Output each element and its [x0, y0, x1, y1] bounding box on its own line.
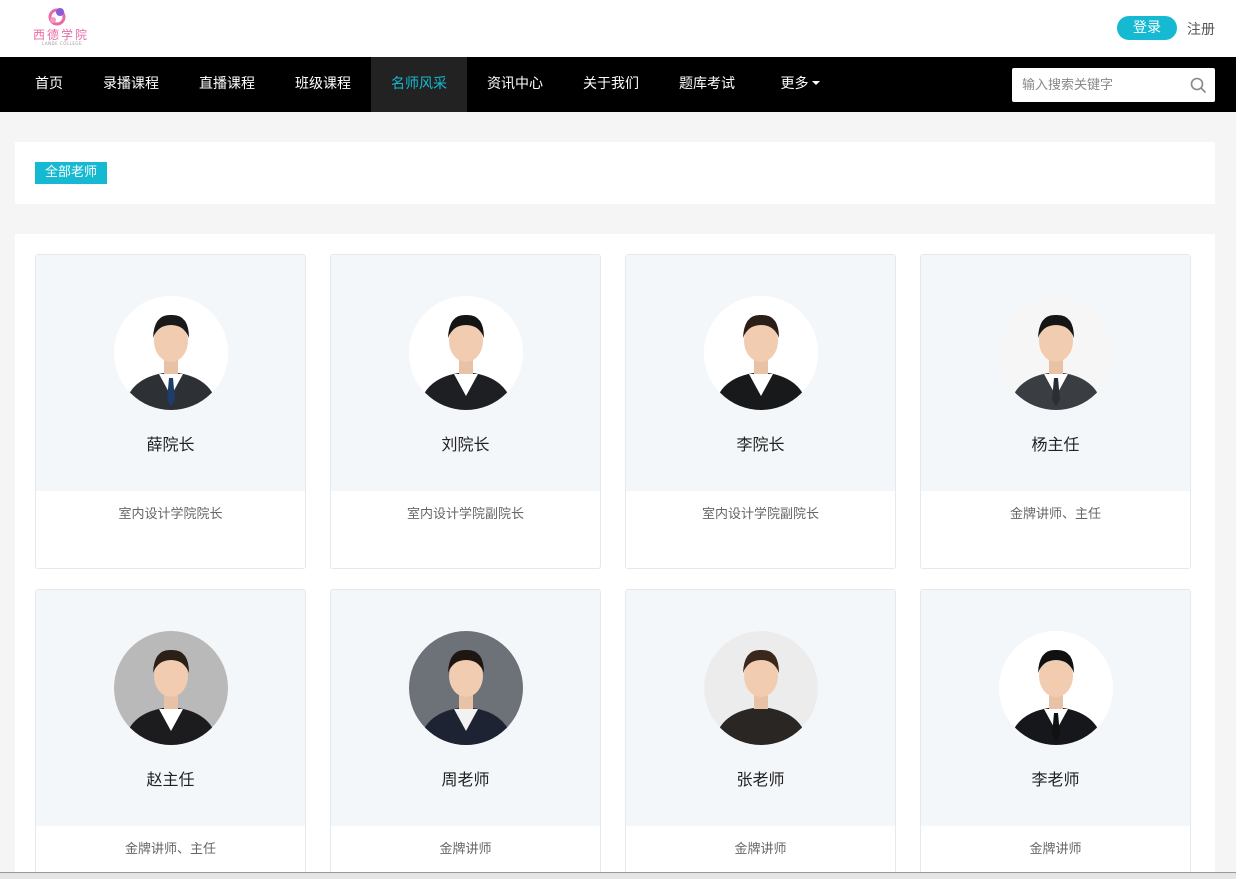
teacher-name: 杨主任: [1031, 435, 1080, 454]
teacher-card[interactable]: 李老师 金牌讲师: [920, 589, 1191, 879]
nav-item-label: 关于我们: [583, 76, 639, 92]
teacher-card[interactable]: 张老师 金牌讲师: [625, 589, 896, 879]
teacher-card[interactable]: 杨主任 金牌讲师、主任: [920, 254, 1191, 569]
teacher-grid: 薛院长 室内设计学院院长 刘院长 室内设计学院副院长 李院长 室内设计学院副院长…: [15, 234, 1215, 879]
teacher-name: 周老师: [441, 770, 490, 789]
teacher-title: 室内设计学院副院长: [701, 507, 819, 522]
teacher-avatar: [704, 631, 818, 745]
portrait-illustration: [409, 296, 523, 410]
nav-item-label: 资讯中心: [487, 76, 543, 92]
nav-item-more[interactable]: 更多: [768, 57, 832, 112]
teacher-avatar: [409, 631, 523, 745]
teacher-title: 金牌讲师、主任: [1009, 507, 1101, 522]
nav-item-about[interactable]: 关于我们: [571, 57, 651, 112]
portrait-illustration: [999, 296, 1113, 410]
teacher-name: 刘院长: [441, 435, 490, 454]
nav-item-label: 题库考试: [679, 76, 735, 92]
teacher-name: 李老师: [1031, 770, 1080, 789]
teacher-card-header: 张老师: [626, 590, 895, 826]
logo-subtext: LANDE COLLEGE: [42, 41, 82, 46]
teacher-card-header: 薛院长: [36, 255, 305, 491]
teacher-card-header: 赵主任: [36, 590, 305, 826]
teacher-name: 薛院长: [146, 435, 195, 454]
teacher-avatar: [999, 296, 1113, 410]
portrait-illustration: [704, 296, 818, 410]
portrait-illustration: [114, 296, 228, 410]
portrait-illustration: [409, 631, 523, 745]
teacher-name: 张老师: [736, 770, 785, 789]
nav-item-exam[interactable]: 题库考试: [667, 57, 747, 112]
teacher-card-header: 周老师: [331, 590, 600, 826]
teacher-avatar: [999, 631, 1113, 745]
teacher-card[interactable]: 周老师 金牌讲师: [330, 589, 601, 879]
teacher-card-header: 李老师: [921, 590, 1190, 826]
teacher-name: 赵主任: [146, 770, 195, 789]
teacher-avatar: [114, 631, 228, 745]
site-logo[interactable]: 西德学院 LANDE COLLEGE: [28, 6, 90, 50]
teacher-name: 李院长: [736, 435, 785, 454]
teacher-card-header: 李院长: [626, 255, 895, 491]
nav-item-label: 更多: [780, 76, 809, 92]
window-bottom-edge: [0, 872, 1236, 879]
nav-item-label: 录播课程: [103, 76, 159, 92]
teacher-avatar: [114, 296, 228, 410]
teacher-card[interactable]: 李院长 室内设计学院副院长: [625, 254, 896, 569]
search-input[interactable]: [1012, 68, 1182, 102]
portrait-illustration: [704, 631, 818, 745]
portrait-illustration: [114, 631, 228, 745]
nav-item-home[interactable]: 首页: [20, 57, 78, 112]
nav-item-label: 班级课程: [295, 76, 351, 92]
login-button[interactable]: 登录: [1117, 16, 1177, 40]
teacher-avatar: [409, 296, 523, 410]
teacher-card-header: 刘院长: [331, 255, 600, 491]
nav-item-teachers[interactable]: 名师风采: [371, 57, 467, 112]
teacher-card-header: 杨主任: [921, 255, 1190, 491]
caret-down-icon: [811, 81, 820, 85]
teacher-avatar: [704, 296, 818, 410]
teacher-title: 金牌讲师: [734, 842, 787, 857]
portrait-illustration: [999, 631, 1113, 745]
nav-item-recorded-courses[interactable]: 录播课程: [91, 57, 171, 112]
nav-item-class-courses[interactable]: 班级课程: [283, 57, 363, 112]
teacher-card[interactable]: 薛院长 室内设计学院院长: [35, 254, 306, 569]
teacher-title: 室内设计学院院长: [118, 507, 223, 522]
nav-item-label: 首页: [35, 76, 63, 92]
register-link[interactable]: 注册: [1187, 19, 1215, 39]
filter-all-teachers[interactable]: 全部老师: [35, 162, 108, 184]
teacher-filter-panel: 全部老师: [15, 142, 1215, 204]
nav-item-label: 直播课程: [199, 76, 255, 92]
logo-mark-icon: [48, 8, 66, 26]
teacher-card[interactable]: 刘院长 室内设计学院副院长: [330, 254, 601, 569]
main-nav: 首页 录播课程 直播课程 班级课程 名师风采 资讯中心 关于我们 题库考试 更多: [0, 57, 1236, 112]
nav-item-label: 名师风采: [391, 76, 447, 92]
search-box: [1012, 68, 1215, 102]
nav-item-live-courses[interactable]: 直播课程: [187, 57, 267, 112]
teacher-title: 金牌讲师: [439, 842, 492, 857]
top-header: 西德学院 LANDE COLLEGE 登录 注册: [0, 0, 1236, 57]
teacher-title: 金牌讲师: [1029, 842, 1082, 857]
teacher-card[interactable]: 赵主任 金牌讲师、主任: [35, 589, 306, 879]
teacher-title: 室内设计学院副院长: [406, 507, 524, 522]
search-icon[interactable]: [1190, 77, 1206, 93]
nav-item-news[interactable]: 资讯中心: [475, 57, 555, 112]
teacher-title: 金牌讲师、主任: [124, 842, 216, 857]
